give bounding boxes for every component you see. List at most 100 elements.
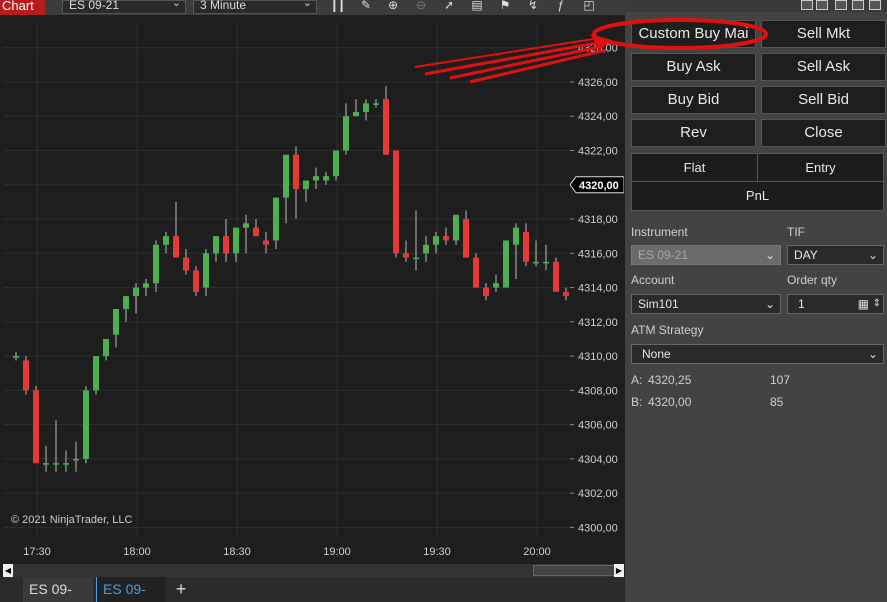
calculator-icon[interactable]: ▦ (858, 295, 869, 313)
zoom-out-icon[interactable]: ⊖ (413, 0, 429, 14)
price-tick-label: 4326,00 (578, 77, 618, 89)
horizontal-scrollbar[interactable]: ◀ ▶ (3, 564, 624, 577)
strategies-icon[interactable]: ⚑ (497, 0, 513, 14)
candle-down (483, 287, 489, 297)
candle-up (123, 296, 129, 309)
candle-up (353, 111, 359, 117)
candle-up (273, 197, 279, 241)
scrollbar-thumb[interactable] (533, 565, 615, 576)
window-icon[interactable] (801, 0, 813, 10)
spinner-icon[interactable]: ⇕ (873, 295, 881, 313)
price-tick-label: 4318,00 (578, 214, 618, 226)
candle-down (553, 261, 559, 292)
chevron-down-icon: ⌄ (171, 0, 181, 9)
time-tick-label: 18:30 (223, 546, 251, 558)
panel-title-bar (625, 0, 887, 12)
price-tick-label: 4324,00 (578, 111, 618, 123)
tif-select[interactable]: DAY ⌄ (787, 245, 884, 265)
bid-label: B: (631, 395, 643, 409)
zoom-in-icon[interactable]: ⊕ (385, 0, 401, 14)
price-tick-label: 4302,00 (578, 488, 618, 500)
account-label: Account (631, 273, 675, 287)
add-tab-button[interactable]: + (170, 577, 192, 602)
panel-icon[interactable]: ◰ (581, 0, 597, 14)
time-tick-label: 17:30 (23, 546, 51, 558)
data-box-icon[interactable]: ▤ (469, 0, 485, 14)
minimize-icon[interactable] (835, 0, 847, 10)
account-select[interactable]: Sim101 ⌄ (631, 294, 781, 314)
price-axis-labels: 4328,00 4326,00 4324,00 4322,00 4320,00 4318,… (569, 43, 625, 534)
bid-price: 4320,00 (648, 395, 692, 409)
sell-ask-button[interactable]: Sell Ask (761, 53, 886, 81)
price-tick-label: 4316,00 (578, 248, 618, 260)
candle-up (503, 240, 509, 288)
atm-strategy-select[interactable]: None ⌄ (631, 344, 884, 364)
time-tick-label: 19:30 (423, 546, 451, 558)
tif-label: TIF (787, 225, 805, 239)
time-tick-label: 20:00 (523, 546, 551, 558)
instrument-label: Instrument (631, 225, 688, 239)
candle-down (443, 236, 449, 241)
candle-up (133, 287, 139, 297)
scroll-left-icon[interactable]: ◀ (3, 564, 13, 577)
close-position-button[interactable]: Close (761, 119, 886, 147)
current-price-label: 4320,00 (579, 180, 619, 192)
candle-down (563, 291, 569, 297)
candle-up (153, 244, 159, 284)
tab-es-09-21-active[interactable]: ES 09-21 (96, 577, 166, 602)
chevron-down-icon: ⌄ (867, 347, 878, 361)
chevron-down-icon: ⌄ (764, 297, 775, 311)
draw-pencil-icon[interactable]: ✎ (358, 0, 374, 14)
sell-bid-button[interactable]: Sell Bid (761, 86, 886, 114)
sell-market-button[interactable]: Sell Mkt (761, 20, 886, 48)
interval-selector[interactable]: 3 Minute ⌄ (193, 0, 317, 14)
atm-strategy-label: ATM Strategy (631, 323, 704, 337)
order-qty-value: 1 (798, 297, 805, 311)
candle-down (173, 236, 179, 258)
price-tick-label: 4328,00 (578, 43, 618, 55)
buy-bid-button[interactable]: Buy Bid (631, 86, 756, 114)
candle-down (293, 154, 299, 190)
tab-es-09-21-first[interactable]: ES 09-21 (23, 577, 93, 602)
cursor-tool-icon[interactable]: ↯ (525, 0, 541, 14)
chart-tab[interactable]: Chart (0, 0, 45, 15)
custom-buy-market-button[interactable]: Custom Buy Mai (631, 20, 756, 48)
chart-panel[interactable]: © 2021 NinjaTrader, LLC (3, 22, 570, 536)
ask-price: 4320,25 (648, 373, 692, 387)
candle-down (23, 360, 29, 391)
instrument-select-value: ES 09-21 (638, 248, 689, 262)
maximize-icon[interactable] (852, 0, 864, 10)
candle-up (243, 223, 249, 228)
bid-size: 85 (770, 395, 784, 409)
tif-select-value: DAY (794, 248, 818, 262)
candle-up (233, 227, 239, 254)
candle-up (283, 154, 289, 198)
interval-selector-value: 3 Minute (200, 0, 247, 12)
candle-up (343, 116, 349, 151)
position-pnl: PnL (631, 181, 884, 211)
candle-up (63, 463, 69, 465)
candle-down (463, 219, 469, 258)
bar-type-icon[interactable]: ┃┃ (330, 0, 346, 14)
instrument-selector[interactable]: ES 09-21 ⌄ (62, 0, 186, 14)
candle-up (53, 463, 59, 465)
time-axis[interactable]: 17:30 18:00 18:30 19:00 19:30 20:00 (3, 536, 624, 564)
pointer-icon[interactable]: ➚ (441, 0, 457, 14)
indicator-icon[interactable]: ƒ (553, 0, 569, 14)
close-icon[interactable] (869, 0, 881, 10)
price-axis[interactable]: 4328,00 4326,00 4324,00 4322,00 4320,00 4318,… (569, 22, 625, 536)
order-qty-input[interactable]: 1 ▦ ⇕ (787, 294, 884, 314)
position-entry: Entry (757, 153, 884, 182)
candle-down (33, 390, 39, 464)
reverse-button[interactable]: Rev (631, 119, 756, 147)
window-icon[interactable] (816, 0, 828, 10)
candlestick-chart (3, 22, 570, 536)
candle-up (413, 257, 419, 260)
candle-up (143, 283, 149, 288)
price-tick-label: 4306,00 (578, 420, 618, 432)
buy-ask-button[interactable]: Buy Ask (631, 53, 756, 81)
candle-up (13, 356, 19, 358)
candle-up (113, 308, 119, 335)
scroll-right-icon[interactable]: ▶ (614, 564, 624, 577)
candle-up (83, 390, 89, 459)
